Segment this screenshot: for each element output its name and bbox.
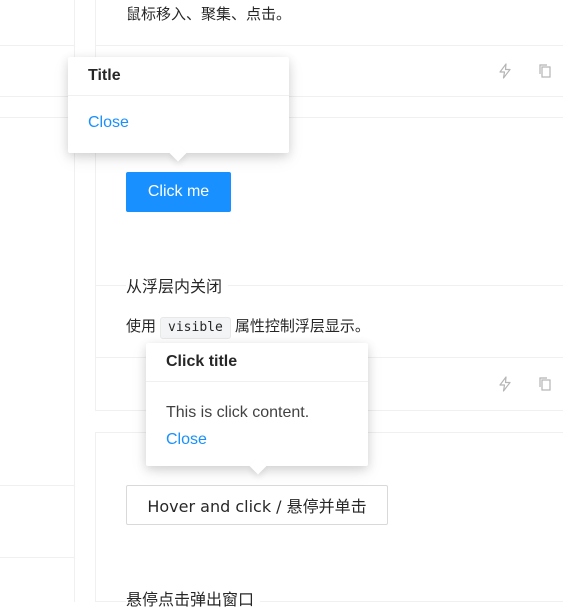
left-divider (0, 45, 74, 46)
thunderbolt-icon[interactable] (497, 63, 513, 79)
popover-arrow (249, 457, 267, 475)
code-visible: visible (160, 317, 231, 339)
click-me-button[interactable]: Click me (126, 172, 231, 212)
popover-arrow (169, 144, 187, 162)
section-description: 使用 visible 属性控制浮层显示。 (126, 315, 370, 339)
hover-and-click-button[interactable]: Hover and click / 悬停并单击 (126, 485, 388, 525)
left-divider (0, 485, 74, 486)
copy-icon[interactable] (537, 376, 553, 392)
desc-suffix: 属性控制浮层显示。 (234, 317, 370, 335)
desc-prefix: 使用 (126, 317, 157, 335)
popover-header: Click title (146, 343, 368, 382)
copy-icon[interactable] (537, 63, 553, 79)
demo-card-border-left-2 (95, 432, 96, 602)
next-section-title: 悬停点击弹出窗口 (126, 589, 261, 611)
popover-body: Close (68, 96, 289, 132)
popover-content: This is click content. (166, 404, 310, 421)
left-divider (0, 117, 74, 118)
section-title: 从浮层内关闭 (126, 276, 229, 298)
code-actions-divider-top (95, 45, 563, 46)
popover-click: Click title This is click content. Close (146, 343, 368, 475)
popover-close-link[interactable]: Close (166, 426, 348, 453)
popover-header: Title (68, 57, 289, 96)
left-divider (0, 96, 74, 97)
left-divider (0, 557, 74, 558)
popover-body: This is click content. Close (146, 382, 368, 453)
popover-close-link[interactable]: Close (88, 114, 269, 132)
thunderbolt-icon[interactable] (497, 376, 513, 392)
demo-description: 鼠标移入、聚集、点击。 (126, 5, 292, 23)
popover-title: Title Close (68, 57, 289, 162)
